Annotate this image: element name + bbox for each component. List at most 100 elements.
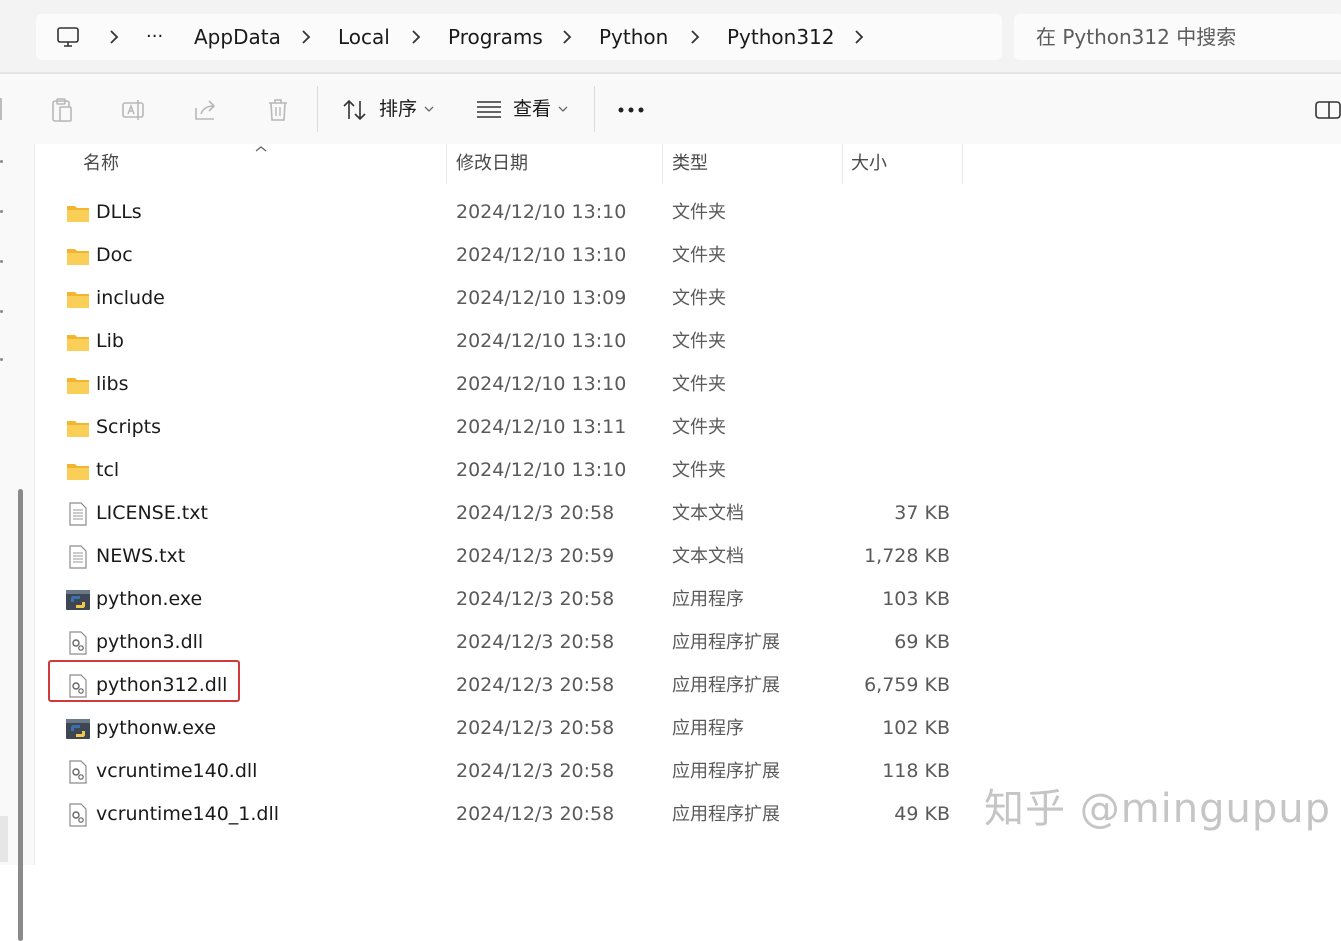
file-row[interactable]: Scripts 2024/12/10 13:11 文件夹 — [35, 406, 965, 449]
chevron-down-icon — [558, 106, 568, 112]
column-headers: 名称 修改日期 类型 大小 — [35, 144, 965, 184]
highlight-box — [48, 660, 240, 702]
file-name: pythonw.exe — [96, 717, 217, 739]
folder-icon — [65, 244, 91, 268]
chevron-right-icon[interactable] — [686, 28, 704, 46]
file-name: tcl — [96, 459, 120, 481]
column-divider[interactable] — [662, 144, 663, 184]
divider — [0, 98, 2, 120]
file-list: 名称 修改日期 类型 大小 DLLs 2024/12/10 13:10 文件夹 Doc… — [35, 144, 1341, 865]
column-header-modified[interactable]: 修改日期 — [456, 144, 528, 184]
file-size: 37 KB — [894, 502, 950, 524]
text-file-icon — [65, 502, 91, 526]
file-type: 文件夹 — [672, 417, 726, 438]
view-button[interactable]: 查看 — [474, 74, 584, 144]
tree-expander[interactable] — [0, 160, 3, 163]
chevron-right-icon[interactable] — [558, 28, 576, 46]
delete-icon[interactable] — [264, 96, 292, 124]
view-icon — [477, 101, 501, 118]
file-row[interactable]: include 2024/12/10 13:09 文件夹 — [35, 277, 965, 320]
file-name: Scripts — [96, 416, 162, 438]
share-icon[interactable] — [192, 96, 220, 124]
file-name: DLLs — [96, 201, 142, 223]
file-modified: 2024/12/3 20:58 — [456, 631, 615, 653]
file-type: 应用程序扩展 — [672, 804, 780, 825]
file-type: 文件夹 — [672, 288, 726, 309]
file-size — [840, 406, 950, 449]
folder-icon — [65, 287, 91, 311]
file-name: Doc — [96, 244, 133, 266]
dll-file-icon — [65, 631, 91, 655]
file-size — [840, 191, 950, 234]
column-header-type[interactable]: 类型 — [672, 144, 708, 184]
file-type: 应用程序扩展 — [672, 761, 780, 782]
file-name: python3.dll — [96, 631, 204, 653]
column-header-size[interactable]: 大小 — [851, 144, 887, 184]
breadcrumb-python312[interactable]: Python312 — [727, 14, 835, 60]
chevron-right-icon[interactable] — [297, 28, 315, 46]
file-modified: 2024/12/10 13:10 — [456, 330, 627, 352]
file-modified: 2024/12/3 20:59 — [456, 545, 615, 567]
column-divider[interactable] — [962, 144, 963, 184]
file-row[interactable]: DLLs 2024/12/10 13:10 文件夹 — [35, 191, 965, 234]
search-input[interactable]: 在 Python312 中搜索 — [1014, 14, 1341, 60]
paste-icon[interactable] — [48, 96, 76, 124]
file-type: 应用程序扩展 — [672, 675, 780, 696]
address-bar[interactable]: ··· AppData Local Programs Python Python… — [36, 14, 1002, 60]
file-row[interactable]: tcl 2024/12/10 13:10 文件夹 — [35, 449, 965, 492]
breadcrumb-local[interactable]: Local — [338, 14, 390, 60]
breadcrumb-appdata[interactable]: AppData — [194, 14, 281, 60]
breadcrumb-ellipsis[interactable]: ··· — [146, 14, 163, 60]
nav-scrollbar[interactable] — [18, 489, 23, 941]
more-options-icon[interactable] — [617, 106, 645, 114]
sort-button[interactable]: 排序 — [336, 74, 446, 144]
file-row[interactable]: libs 2024/12/10 13:10 文件夹 — [35, 363, 965, 406]
file-size: 103 KB — [882, 588, 950, 610]
text-file-icon — [65, 545, 91, 569]
file-size — [840, 363, 950, 406]
dll-file-icon — [65, 760, 91, 784]
column-divider[interactable] — [446, 144, 447, 184]
breadcrumb-programs[interactable]: Programs — [448, 14, 543, 60]
sort-ascending-icon — [255, 146, 267, 152]
python-exe-icon — [65, 588, 91, 612]
file-row[interactable]: Doc 2024/12/10 13:10 文件夹 — [35, 234, 965, 277]
tree-expander[interactable] — [0, 310, 3, 313]
chevron-right-icon[interactable] — [105, 28, 123, 46]
file-type: 文件夹 — [672, 245, 726, 266]
file-row[interactable]: NEWS.txt 2024/12/3 20:59 文本文档 1,728 KB — [35, 535, 965, 578]
this-pc-icon[interactable] — [56, 25, 80, 49]
rename-icon[interactable] — [120, 96, 148, 124]
navigation-pane[interactable] — [0, 144, 35, 941]
file-row[interactable]: LICENSE.txt 2024/12/3 20:58 文本文档 37 KB — [35, 492, 965, 535]
column-header-name[interactable]: 名称 — [83, 144, 119, 184]
file-type: 应用程序 — [672, 718, 744, 739]
file-modified: 2024/12/10 13:10 — [456, 459, 627, 481]
tree-expander[interactable] — [0, 358, 3, 361]
details-pane-icon[interactable] — [1315, 100, 1341, 120]
file-row[interactable]: python.exe 2024/12/3 20:58 应用程序 103 KB — [35, 578, 965, 621]
file-size: 1,728 KB — [864, 545, 950, 567]
chevron-right-icon[interactable] — [850, 28, 868, 46]
chevron-right-icon[interactable] — [407, 28, 425, 46]
tree-expander[interactable] — [0, 260, 3, 263]
file-modified: 2024/12/10 13:10 — [456, 201, 627, 223]
file-name: Lib — [96, 330, 124, 352]
file-type: 应用程序扩展 — [672, 632, 780, 653]
file-row[interactable]: Lib 2024/12/10 13:10 文件夹 — [35, 320, 965, 363]
column-divider[interactable] — [842, 144, 843, 184]
file-type: 文件夹 — [672, 460, 726, 481]
nav-selected-item[interactable] — [0, 816, 8, 862]
breadcrumb-python[interactable]: Python — [599, 14, 668, 60]
file-row[interactable]: pythonw.exe 2024/12/3 20:58 应用程序 102 KB — [35, 707, 965, 750]
file-row[interactable]: vcruntime140.dll 2024/12/3 20:58 应用程序扩展 118… — [35, 750, 965, 793]
file-size — [840, 234, 950, 277]
file-modified: 2024/12/3 20:58 — [456, 674, 615, 696]
file-row[interactable]: python3.dll 2024/12/3 20:58 应用程序扩展 69 KB — [35, 621, 965, 664]
chevron-down-icon — [424, 106, 434, 112]
file-row[interactable]: vcruntime140_1.dll 2024/12/3 20:58 应用程序扩展 4… — [35, 793, 965, 836]
folder-icon — [65, 459, 91, 483]
file-type: 文件夹 — [672, 202, 726, 223]
sort-icon — [343, 99, 366, 121]
tree-expander[interactable] — [0, 210, 3, 213]
